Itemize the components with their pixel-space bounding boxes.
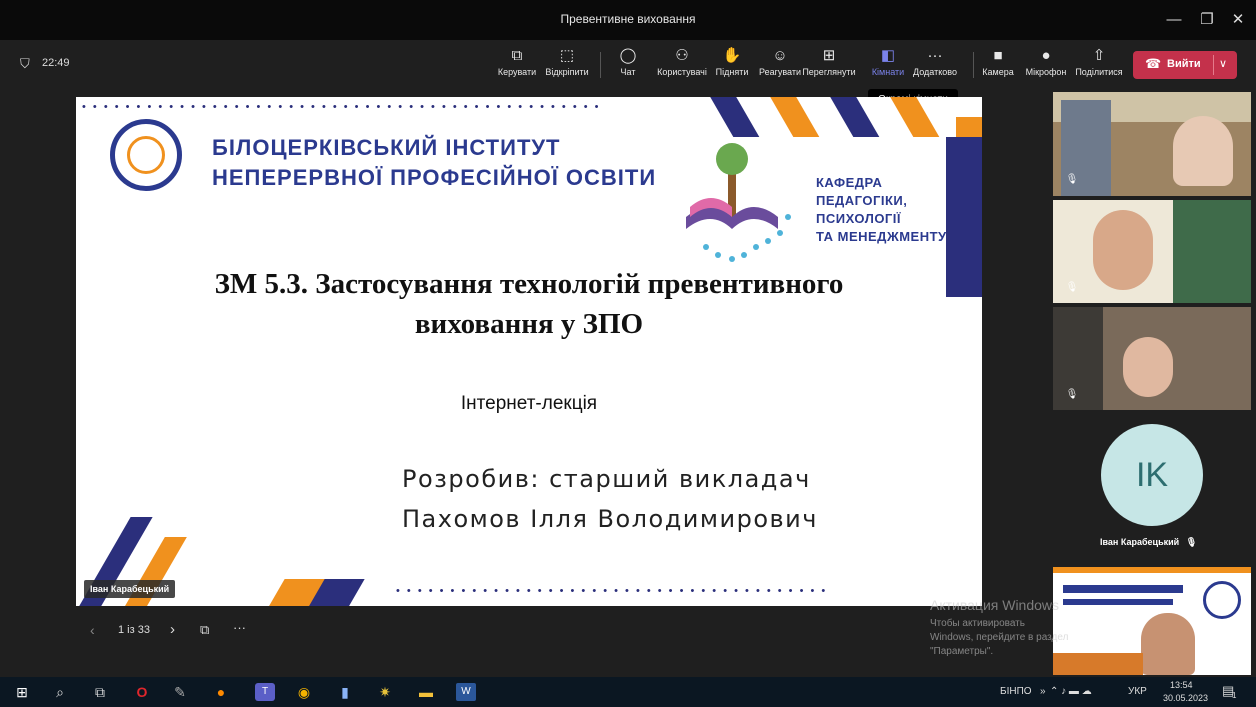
- slide-counter: 1 із 33: [118, 624, 150, 636]
- unpin-button[interactable]: ⬚ Відкріпити: [536, 45, 598, 85]
- phone-hangup-icon: ☎: [1145, 56, 1162, 71]
- leave-divider: [1213, 55, 1214, 75]
- windows-start-icon[interactable]: ⊞: [12, 683, 32, 701]
- muted-mic-icon: 🎙: [1065, 174, 1079, 185]
- department-line1: КАФЕДРА: [816, 175, 883, 190]
- presenter-name-tag: Іван Карабецький: [84, 580, 176, 598]
- department-logo: [676, 137, 796, 267]
- more-button[interactable]: ··· Додатково: [904, 45, 966, 85]
- participant-name: Іван Карабецький 🎙: [1100, 537, 1198, 547]
- meeting-toolbar: ⛉ 22:49 ⧉ Керувати ⬚ Відкріпити ◯ Чат ⚇ Кори…: [0, 40, 1256, 88]
- institute-name-line2: НЕПЕРЕРВНОЇ ПРОФЕСІЙНОЇ ОСВІТИ: [212, 165, 657, 190]
- chat-button[interactable]: ◯ Чат: [597, 45, 659, 85]
- minimize-button[interactable]: —: [1160, 8, 1188, 32]
- word-icon[interactable]: W: [456, 683, 476, 701]
- document-icon[interactable]: ▮: [335, 683, 355, 701]
- slide-title-line2: виховання у ЗПО: [414, 308, 644, 340]
- next-slide-button[interactable]: ›: [170, 621, 175, 638]
- institute-logo: [110, 119, 182, 191]
- file-explorer-icon[interactable]: ▬: [416, 683, 436, 701]
- participant-face: [1141, 613, 1195, 675]
- prev-slide-button[interactable]: ‹: [90, 622, 95, 638]
- share-button[interactable]: ⇧ Поділитися: [1068, 45, 1130, 85]
- tree-book-icon: [686, 143, 791, 262]
- muted-mic-icon: 🎙: [1065, 389, 1079, 400]
- participant-video-tile[interactable]: 🎙: [1053, 200, 1251, 303]
- stripe: [758, 97, 820, 137]
- slide-title-line1: ЗМ 5.3. Застосування технологій превенти…: [214, 268, 844, 300]
- department-line4: ТА МЕНЕДЖМЕНТУ: [816, 229, 947, 244]
- stripe: [878, 97, 940, 137]
- chat-icon: ◯: [619, 47, 637, 64]
- view-button[interactable]: ⊞ Переглянути: [798, 45, 860, 85]
- view-icon: ⊞: [822, 47, 836, 64]
- window-title: Превентивне виховання: [560, 12, 696, 26]
- leave-label: Вийти: [1167, 58, 1201, 70]
- author-line1: Розробив: старший викладач: [402, 465, 811, 493]
- participant-video-tile[interactable]: 🎙: [1053, 307, 1251, 410]
- sun-app-icon[interactable]: ✷: [375, 683, 395, 701]
- notifications-count: 1: [1232, 691, 1237, 700]
- author-line2: Пахомов Ілля Володимирович: [402, 505, 818, 533]
- share-icon: ⇧: [1092, 47, 1106, 64]
- opera-icon[interactable]: O: [132, 683, 152, 701]
- unpin-icon: ⬚: [559, 47, 575, 64]
- participant-face: [1173, 116, 1233, 186]
- activation-watermark-title: Активация Windows: [930, 597, 1060, 613]
- title-bar: Превентивне виховання — ❐ ✕: [0, 0, 1256, 40]
- slide-subtitle: Інтернет-лекція: [460, 393, 598, 414]
- stripe: [818, 97, 880, 137]
- stripe: [956, 117, 982, 137]
- leave-button[interactable]: ☎ Вийти ∨: [1133, 51, 1237, 79]
- stripe: [698, 97, 760, 137]
- teams-icon[interactable]: T: [255, 683, 275, 701]
- windows-taskbar: ⊞ ⌕ ⧉ O ✎ ● T ◉ ▮ ✷ ▬ W БІНПО » ⌃ ♪ ▬ ☁ …: [0, 677, 1256, 707]
- participant-avatar[interactable]: IK: [1101, 424, 1203, 526]
- meeting-timer: 22:49: [42, 57, 70, 69]
- participant-face: [1093, 210, 1153, 290]
- chrome-icon[interactable]: ◉: [294, 683, 314, 701]
- shared-slide: • • • • • • • • • • • • • • • • • • • • …: [76, 97, 982, 606]
- dot-pattern-bottom: • • • • • • • • • • • • • • • • • • • • …: [396, 585, 828, 597]
- department-line3: ПСИХОЛОГІЇ: [816, 211, 901, 226]
- slide-more-button[interactable]: ···: [233, 620, 246, 635]
- search-icon[interactable]: ⌕: [50, 683, 70, 701]
- firefox-icon[interactable]: ●: [211, 683, 231, 701]
- tray-overflow-icon[interactable]: »: [1040, 686, 1046, 697]
- dot-pattern-top: • • • • • • • • • • • • • • • • • • • • …: [82, 101, 601, 113]
- maximize-button[interactable]: ❐: [1193, 8, 1221, 32]
- muted-mic-icon: 🎙: [1065, 282, 1079, 293]
- close-button[interactable]: ✕: [1224, 8, 1252, 32]
- more-icon: ···: [927, 47, 943, 64]
- department-line2: ПЕДАГОГІКИ,: [816, 193, 908, 208]
- clock-date[interactable]: 30.05.2023: [1163, 693, 1208, 703]
- activation-watermark-text: Чтобы активировать Windows, перейдите в …: [930, 618, 1069, 657]
- muted-mic-icon: 🎙: [1185, 537, 1198, 547]
- self-preview-tile[interactable]: [1053, 567, 1251, 675]
- participant-video-tile[interactable]: 🎙: [1053, 92, 1251, 196]
- tray-icons[interactable]: ⌃ ♪ ▬ ☁: [1050, 686, 1092, 697]
- network-name: БІНПО: [1000, 686, 1032, 697]
- task-view-icon[interactable]: ⧉: [90, 683, 110, 701]
- chevron-down-icon[interactable]: ∨: [1219, 57, 1227, 70]
- participant-face: [1123, 337, 1173, 397]
- clock-time[interactable]: 13:54: [1170, 680, 1193, 690]
- institute-name-line1: БІЛОЦЕРКІВСЬКИЙ ІНСТИТУТ: [212, 135, 561, 160]
- shield-icon: ⛉: [20, 56, 30, 71]
- language-indicator[interactable]: УКР: [1128, 686, 1147, 697]
- slide-sorter-icon[interactable]: ⧉: [200, 622, 209, 638]
- paint-icon[interactable]: ✎: [170, 683, 190, 701]
